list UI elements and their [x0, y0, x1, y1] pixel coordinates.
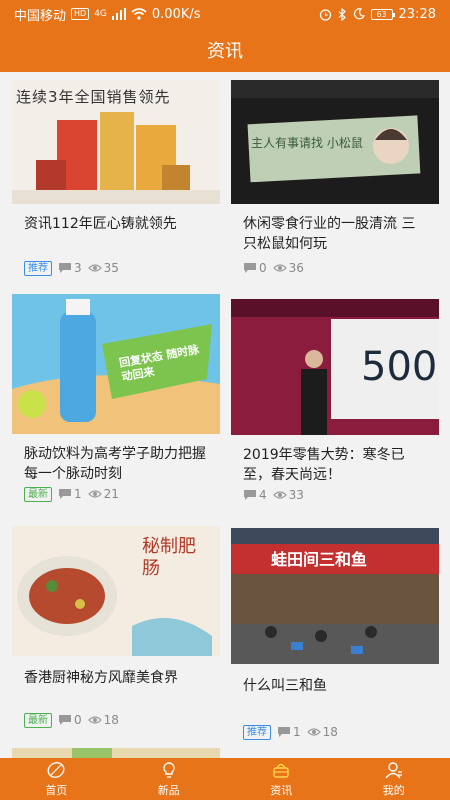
- view-count: 21: [103, 487, 119, 501]
- news-thumbnail[interactable]: 秘制肥肠: [12, 526, 220, 656]
- battery-icon: 63: [370, 8, 395, 20]
- tab-profile[interactable]: 我的: [338, 758, 450, 800]
- news-thumbnail[interactable]: 蛙田间三和鱼: [231, 528, 439, 664]
- tab-label: 首页: [45, 784, 68, 797]
- bluetooth-icon: [338, 7, 346, 21]
- news-meta: 最新 1 21: [12, 486, 220, 502]
- news-title[interactable]: 休闲零食行业的一股清流 三只松鼠如何玩: [231, 214, 439, 254]
- user-icon: [385, 762, 402, 779]
- news-card[interactable]: 连续3年全国销售领先 资讯112年匠心铸就领先 推荐 3 35: [12, 80, 220, 276]
- view-icon: [87, 264, 102, 272]
- news-card[interactable]: 秘制肥肠 香港厨神秘方风靡美食界 最新 0 18: [12, 526, 220, 728]
- view-icon: [306, 728, 321, 736]
- status-bar: 中国移动 HD 4G 0.00K/s 63 23:28: [0, 0, 450, 28]
- tag-badge: 最新: [24, 486, 52, 502]
- news-title[interactable]: 2019年零售大势：寒冬已至，春天尚远！: [231, 445, 439, 485]
- comment-icon: [278, 727, 290, 737]
- news-meta: 推荐 3 35: [12, 260, 220, 276]
- alarm-icon: [319, 8, 331, 21]
- tag-badge: 最新: [24, 712, 52, 728]
- news-meta: 0 36: [231, 260, 439, 276]
- news-meta: 推荐 1 18: [231, 724, 439, 740]
- view-icon: [272, 264, 287, 272]
- news-thumbnail[interactable]: 主人有事请找 小松鼠: [231, 80, 439, 204]
- news-card[interactable]: 回复状态 随时脉动回来 脉动饮料为高考学子助力把握每一个脉动时刻 最新 1 21: [12, 294, 220, 502]
- news-thumbnail[interactable]: [12, 748, 220, 758]
- tab-home[interactable]: 首页: [0, 758, 113, 800]
- wifi-icon: [131, 8, 147, 20]
- comment-count: 4: [259, 488, 267, 502]
- clock: 23:28: [398, 6, 436, 22]
- comment-icon: [59, 263, 71, 273]
- comment-icon: [59, 715, 71, 725]
- image-headline: 秘制肥肠: [142, 536, 196, 579]
- tag-badge: 推荐: [24, 260, 52, 276]
- view-icon: [87, 716, 102, 724]
- comment-icon: [244, 490, 256, 500]
- view-icon: [87, 490, 102, 498]
- news-card[interactable]: 主人有事请找 小松鼠 休闲零食行业的一股清流 三只松鼠如何玩 0 36: [231, 80, 439, 276]
- comment-icon: [59, 489, 71, 499]
- comment-count: 0: [74, 713, 82, 727]
- image-headline: 连续3年全国销售领先: [16, 88, 171, 106]
- news-card[interactable]: 500 2019年零售大势：寒冬已至，春天尚远！ 4 33: [231, 299, 439, 503]
- comment-count: 0: [259, 261, 267, 275]
- signal-icon: [111, 8, 126, 20]
- image-headline: 500: [361, 344, 438, 390]
- comment-icon: [244, 263, 256, 273]
- view-count: 18: [322, 725, 338, 739]
- news-card[interactable]: [12, 748, 220, 758]
- comment-count: 1: [293, 725, 301, 739]
- view-count: 18: [103, 713, 119, 727]
- news-meta: 最新 0 18: [12, 712, 220, 728]
- carrier-label: 中国移动: [14, 8, 67, 24]
- page-title: 资讯: [207, 41, 243, 62]
- comment-count: 3: [74, 261, 82, 275]
- view-count: 35: [103, 261, 119, 275]
- network-speed: 0.00K/s: [151, 6, 201, 22]
- tab-label: 新品: [157, 784, 180, 797]
- moon-icon: [353, 8, 365, 20]
- view-count: 33: [288, 488, 304, 502]
- partial-image: [12, 748, 220, 758]
- news-thumbnail[interactable]: 连续3年全国销售领先: [12, 80, 220, 204]
- news-title[interactable]: 香港厨神秘方风靡美食界: [12, 668, 220, 708]
- news-thumbnail[interactable]: 回复状态 随时脉动回来: [12, 294, 220, 434]
- tab-label: 资讯: [270, 784, 293, 797]
- view-count: 36: [288, 261, 304, 275]
- news-meta: 4 33: [231, 487, 439, 503]
- image-headline: 蛙田间三和鱼: [271, 550, 368, 569]
- leaf-icon: [47, 762, 65, 778]
- news-title[interactable]: 什么叫三和鱼: [231, 676, 439, 716]
- news-title[interactable]: 脉动饮料为高考学子助力把握每一个脉动时刻: [12, 444, 220, 484]
- basket-icon: [273, 763, 289, 778]
- news-title[interactable]: 资讯112年匠心铸就领先: [12, 214, 220, 254]
- tab-news[interactable]: 资讯: [225, 758, 338, 800]
- bulb-icon: [163, 762, 175, 778]
- hd-badge: HD: [71, 8, 90, 20]
- news-feed[interactable]: 连续3年全国销售领先 资讯112年匠心铸就领先 推荐 3 35 主人有事请找 小…: [0, 72, 450, 758]
- image-headline: 主人有事请找 小松鼠: [251, 136, 363, 150]
- comment-count: 1: [74, 487, 82, 501]
- bottom-tab-bar: 首页 新品 资讯 我的: [0, 758, 450, 800]
- news-thumbnail[interactable]: 500: [231, 299, 439, 435]
- header-bar: 资讯: [0, 28, 450, 72]
- tab-label: 我的: [382, 784, 405, 797]
- network-type: 4G: [94, 9, 107, 19]
- view-icon: [272, 491, 287, 499]
- tag-badge: 推荐: [243, 724, 271, 740]
- tab-new-products[interactable]: 新品: [113, 758, 226, 800]
- news-card[interactable]: 蛙田间三和鱼 什么叫三和鱼 推荐 1 18: [231, 528, 439, 740]
